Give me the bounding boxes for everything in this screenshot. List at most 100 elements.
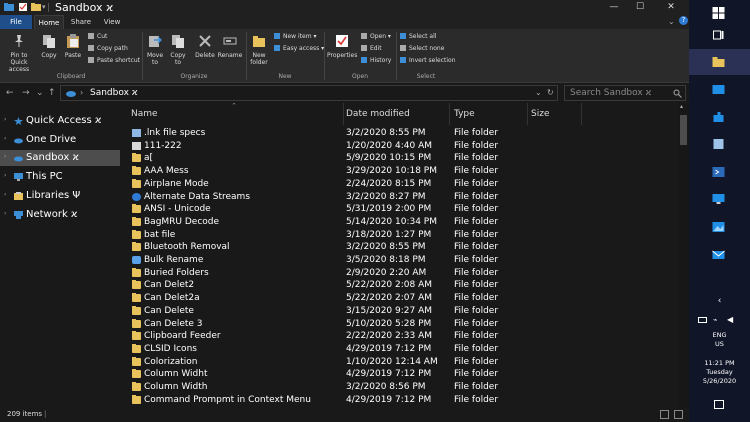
table-row[interactable]: Colorization 1/10/2020 12:14 AM File folde… (122, 356, 677, 369)
details-view-icon[interactable] (660, 410, 669, 419)
new-folder-qat-icon[interactable] (31, 2, 41, 12)
recent-locations-button[interactable]: ⌄ (36, 86, 44, 100)
up-button[interactable]: ↑ (48, 86, 56, 100)
sidebar-item-network[interactable]: › Network ϰ (0, 207, 120, 223)
close-button[interactable]: ✕ (653, 0, 689, 15)
table-row[interactable]: Airplane Mode 2/24/2020 8:15 PM File folde… (122, 178, 677, 191)
copy-path-button[interactable]: Copy path (88, 45, 128, 53)
invert-selection-button[interactable]: Invert selection (400, 57, 456, 65)
vertical-scrollbar[interactable]: ▴ (678, 103, 689, 407)
cut-button[interactable]: Cut (88, 33, 107, 41)
expand-chevron-icon[interactable]: › (4, 172, 6, 179)
table-row[interactable]: a[5/9/2020 10:15 PM File folder (122, 152, 677, 165)
tab-file[interactable]: File (0, 15, 32, 29)
easy-access-button[interactable]: Easy access ▾ (274, 45, 324, 53)
table-row[interactable]: Bulk Rename 3/5/2020 8:18 PM File folder (122, 254, 677, 267)
forward-button[interactable]: → (22, 86, 30, 100)
select-none-button[interactable]: Select none (400, 45, 444, 53)
expand-chevron-icon[interactable]: › (4, 116, 6, 123)
table-row[interactable]: Buried Folders 2/9/2020 2:20 AM File folde… (122, 267, 677, 280)
sidebar-item-libraries[interactable]: › Libraries Ψ (0, 188, 120, 204)
rename-button[interactable]: Rename (217, 34, 243, 59)
expand-chevron-icon[interactable]: › (4, 210, 6, 217)
qat-dropdown-icon[interactable]: ▾ (42, 2, 52, 12)
network-tray-icon[interactable]: ⌁ (713, 316, 717, 324)
search-box[interactable]: Search Sandbox ϰ (564, 85, 686, 101)
table-row[interactable]: BagMRU Decode 5/14/2020 10:34 PM File fold… (122, 216, 677, 229)
task-view-button[interactable] (689, 22, 750, 48)
refresh-icon[interactable]: ↻ (547, 86, 554, 100)
paste-shortcut-button[interactable]: Paste shortcut (88, 57, 140, 65)
properties-button[interactable]: Properties (327, 34, 357, 59)
battery-icon[interactable] (698, 317, 707, 323)
taskbar-file-explorer[interactable] (689, 49, 750, 75)
table-row[interactable]: Column Widht 4/29/2019 7:12 PM File folder (122, 368, 677, 381)
action-center-icon[interactable] (714, 400, 724, 409)
breadcrumb-sandbox[interactable]: Sandbox ϰ (90, 86, 138, 100)
properties-icon[interactable] (18, 2, 28, 12)
expand-chevron-icon[interactable]: › (4, 153, 6, 160)
expand-chevron-icon[interactable]: › (4, 135, 6, 142)
open-button[interactable]: Open ▾ (361, 33, 391, 41)
table-row[interactable]: Can Delet2 5/22/2020 2:08 AM File folder (122, 279, 677, 292)
sidebar-item-sandbox[interactable]: › Sandbox ϰ (0, 150, 120, 166)
delete-button[interactable]: Delete (193, 34, 217, 59)
explorer-app-icon[interactable] (4, 2, 14, 12)
tab-home[interactable]: Home (34, 15, 64, 29)
large-icons-view-icon[interactable] (674, 410, 683, 419)
tab-view[interactable]: View (98, 15, 126, 29)
taskbar-app[interactable] (689, 131, 750, 157)
language-indicator[interactable]: ENG US (689, 331, 750, 349)
column-header-date[interactable]: Date modified (337, 103, 445, 125)
table-row[interactable]: Clipboard Feeder 2/22/2020 2:33 AM File fo… (122, 330, 677, 343)
expand-chevron-icon[interactable]: › (4, 191, 6, 198)
taskbar-app[interactable] (689, 242, 750, 268)
table-row[interactable]: 111-222 1/20/2020 4:40 AM File folder (122, 140, 677, 153)
pin-quick-access-button[interactable]: Pin to Quick access (2, 34, 36, 73)
column-header-size[interactable]: Size (522, 103, 582, 125)
table-row[interactable]: Can Delet2a 5/22/2020 2:07 AM File folder (122, 292, 677, 305)
tray-overflow-chevron[interactable]: ‹ (689, 297, 750, 306)
new-folder-button[interactable]: New folder (248, 34, 270, 66)
table-row[interactable]: Alternate Data Streams 3/2/2020 8:27 PM Fi… (122, 191, 677, 204)
address-dropdown-icon[interactable]: ⌄ (535, 86, 542, 100)
table-row[interactable]: Column Width 3/2/2020 8:56 PM File folder (122, 381, 677, 394)
help-icon[interactable]: ? (679, 16, 688, 25)
taskbar-app[interactable] (689, 77, 750, 103)
select-all-button[interactable]: Select all (400, 33, 436, 41)
paste-button[interactable]: Paste (62, 34, 84, 59)
tab-share[interactable]: Share (66, 15, 96, 29)
scroll-up-arrow-icon[interactable]: ▴ (680, 103, 683, 110)
table-row[interactable]: bat file 3/18/2020 1:27 PM File folder (122, 229, 677, 242)
clock[interactable]: 11:21 PM Tuesday 5/26/2020 (689, 359, 750, 386)
table-row[interactable]: Can Delete 3 5/10/2020 5:28 PM File folder (122, 318, 677, 331)
volume-icon[interactable]: ◀ (727, 315, 733, 324)
history-button[interactable]: History (361, 57, 391, 65)
table-row[interactable]: .lnk file specs 3/2/2020 8:55 PM File fold… (122, 127, 677, 140)
back-button[interactable]: ← (6, 86, 14, 100)
move-to-button[interactable]: Move to (145, 34, 165, 66)
taskbar-app[interactable] (689, 104, 750, 130)
taskbar-app[interactable] (689, 214, 750, 240)
minimize-button[interactable]: — (601, 0, 627, 15)
sidebar-item-onedrive[interactable]: › One Drive (0, 132, 120, 148)
sidebar-item-this-pc[interactable]: › This PC (0, 169, 120, 185)
table-row[interactable]: Bluetooth Removal 3/2/2020 8:55 PM File fo… (122, 241, 677, 254)
new-item-button[interactable]: New item ▾ (274, 33, 316, 41)
taskbar-app[interactable] (689, 186, 750, 212)
table-row[interactable]: Command Prompmt in Context Menu 4/29/2019… (122, 394, 677, 407)
edit-button[interactable]: Edit (361, 45, 382, 53)
table-row[interactable]: Can Delete 3/15/2020 9:27 AM File folder (122, 305, 677, 318)
maximize-button[interactable]: ☐ (627, 0, 653, 15)
breadcrumb-separator[interactable]: › (80, 86, 83, 100)
table-row[interactable]: CLSID Icons 4/29/2019 7:12 PM File folder (122, 343, 677, 356)
sidebar-item-quick-access[interactable]: › Quick Access ϰ (0, 113, 120, 129)
column-header-name[interactable]: Name (122, 103, 343, 125)
table-row[interactable]: ANSI - Unicode 5/31/2019 2:00 PM File fold… (122, 203, 677, 216)
taskbar-app[interactable] (689, 159, 750, 185)
ribbon-collapse-icon[interactable]: ⌄ (668, 17, 675, 26)
column-header-type[interactable]: Type (445, 103, 525, 125)
column-resize-handle[interactable] (581, 103, 582, 125)
address-bar[interactable]: › Sandbox ϰ ⌄ ↻ (60, 85, 558, 101)
copy-to-button[interactable]: Copy to (168, 34, 188, 66)
